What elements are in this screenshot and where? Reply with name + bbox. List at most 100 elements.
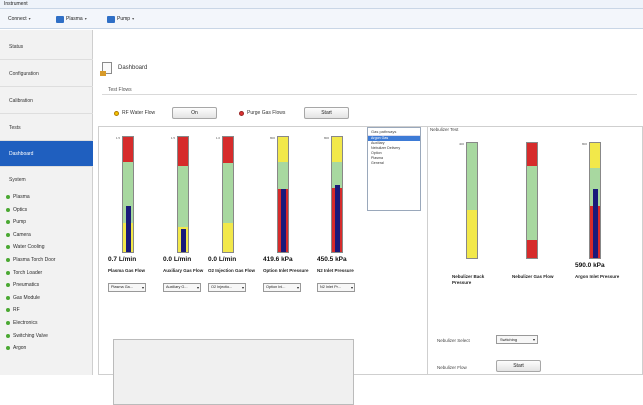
- log-area: [113, 339, 354, 405]
- gauge-scale: [516, 142, 524, 259]
- nebulizer-select[interactable]: Switching: [496, 335, 538, 344]
- gauge-label: Plasma Gas Flow: [108, 268, 146, 273]
- menu-pump[interactable]: Pump ▾: [107, 14, 134, 24]
- gauge-value: 450.5 kPa: [317, 256, 347, 263]
- gauge-scale: 1.0: [212, 136, 220, 253]
- system-item-label: Water Cooling: [13, 244, 45, 251]
- gauge-fill: [593, 189, 598, 258]
- system-item[interactable]: Electronics: [6, 320, 37, 326]
- gauge-zone: [123, 137, 133, 163]
- system-item[interactable]: Switching Valve: [6, 333, 48, 339]
- gauge-zone: [278, 162, 288, 189]
- system-item-label: Gas Module: [13, 294, 40, 301]
- system-item[interactable]: Plasma: [6, 194, 30, 200]
- system-item-label: Switching Valve: [13, 332, 48, 339]
- system-item-label: Optics: [13, 206, 28, 213]
- status-ok-icon: [6, 258, 10, 262]
- system-item[interactable]: Water Cooling: [6, 244, 45, 250]
- system-item[interactable]: RF: [6, 307, 20, 313]
- gauge-column: [277, 136, 289, 253]
- system-item[interactable]: Pneumatics: [6, 282, 39, 288]
- system-item[interactable]: Optics: [6, 207, 27, 213]
- gauge-label: Option Inlet Pressure: [263, 268, 309, 273]
- main-content: Dashboard Test Flows RF Water Flow On Pu…: [94, 30, 643, 405]
- gauge-fill: [126, 206, 131, 252]
- system-item[interactable]: Argon: [6, 345, 26, 351]
- gauge-tick-label: 800: [323, 136, 329, 140]
- sidebar-item-calibration[interactable]: Calibration: [0, 88, 93, 114]
- gauge-tick-label: 800: [269, 136, 275, 140]
- gauge-column: [122, 136, 134, 253]
- gauge-source-select[interactable]: Plasma Ga...: [108, 283, 146, 292]
- window-title: Instrument: [4, 1, 28, 7]
- gauge-fill: [335, 185, 340, 252]
- system-item[interactable]: Camera: [6, 232, 31, 238]
- system-item-label: Argon: [13, 345, 27, 352]
- gauge-tick-label: 1.0: [215, 136, 220, 140]
- gas-pathway-list[interactable]: Gas pathways Argon Gas Auxiliary Nebulizer…: [367, 127, 421, 211]
- gauge-label: Argon Inlet Pressure: [575, 274, 620, 279]
- gas-pathway-list-header: Gas pathways: [368, 128, 420, 136]
- gauge-column: [589, 142, 601, 259]
- system-item-label: Torch Loader: [13, 269, 43, 276]
- test-flows-label: Test Flows: [108, 87, 132, 93]
- gauge-column: [466, 142, 478, 259]
- status-ok-icon: [6, 245, 10, 250]
- system-item[interactable]: Gas Module: [6, 295, 40, 301]
- rf-water-flow-radio[interactable]: RF Water Flow: [114, 110, 155, 116]
- page-header: Dashboard: [100, 62, 147, 76]
- system-section-title: System: [9, 177, 26, 183]
- window-titlebar: Instrument: [0, 0, 643, 9]
- menubar: Connect ▾ Plasma ▾ Pump ▾: [0, 9, 643, 29]
- gauge-source-select[interactable]: O2 Injectio...: [208, 283, 246, 292]
- gauge-zone: [178, 165, 188, 227]
- chevron-down-icon: ▾: [132, 16, 135, 21]
- gauge-zone: [527, 166, 537, 240]
- radio-indicator-icon: [239, 110, 244, 116]
- menu-connect[interactable]: Connect ▾: [8, 14, 31, 24]
- purge-gas-flows-radio[interactable]: Purge Gas Flows: [239, 110, 285, 116]
- nebulizer-select-label: Nebulizer Select: [437, 338, 470, 343]
- menu-plasma[interactable]: Plasma ▾: [56, 14, 87, 24]
- gauge-label: Nebulizer Back Pressure: [452, 274, 485, 285]
- gauge-zone: [332, 162, 342, 188]
- gauge-label: O2 Injection Gas Flow: [208, 268, 256, 273]
- list-item[interactable]: General: [368, 161, 420, 166]
- status-ok-icon: [6, 270, 10, 275]
- rf-on-button[interactable]: On: [172, 107, 217, 119]
- gauge-label: N2 Inlet Pressure: [317, 268, 354, 273]
- plasma-icon: [56, 15, 64, 23]
- gauge-fill: [281, 188, 286, 252]
- nebulizer-start-button[interactable]: Start: [496, 360, 541, 372]
- purge-start-button[interactable]: Start: [304, 107, 349, 119]
- gauge-tick-label: 1.5: [170, 136, 175, 140]
- sidebar-item-dashboard[interactable]: Dashboard: [0, 141, 93, 167]
- gauge-source-select[interactable]: N2 Inlet Pr...: [317, 283, 355, 292]
- status-ok-icon: [6, 308, 10, 313]
- chevron-down-icon: ▾: [84, 16, 87, 21]
- gauge-scale: 400: [456, 142, 464, 259]
- gauge-value: 419.6 kPa: [263, 256, 293, 263]
- gauge-source-select[interactable]: Auxiliary G...: [163, 283, 201, 292]
- system-item-label: Camera: [13, 231, 31, 238]
- gauge-zone: [467, 209, 477, 258]
- gauge-zone: [527, 143, 537, 166]
- gauge-source-select[interactable]: Option Inl...: [263, 283, 301, 292]
- system-item-label: Plasma: [13, 194, 30, 200]
- sidebar: Status Configuration Calibration Tests D…: [0, 30, 93, 375]
- sidebar-item-tests[interactable]: Tests: [0, 115, 93, 141]
- system-item[interactable]: Pump: [6, 219, 26, 225]
- status-ok-icon: [6, 232, 10, 237]
- sidebar-item-configuration[interactable]: Configuration: [0, 61, 93, 87]
- gauge-label: Nebulizer Gas Flow: [512, 274, 554, 279]
- dashboard-icon: [100, 62, 112, 76]
- gauge-scale: 800: [321, 136, 329, 253]
- system-item-label: Electronics: [13, 320, 38, 326]
- purge-radio-label: Purge Gas Flows: [247, 110, 286, 116]
- status-ok-icon: [6, 333, 10, 338]
- system-item[interactable]: Torch Loader: [6, 270, 42, 276]
- system-item[interactable]: Plasma Torch Door: [6, 257, 55, 263]
- gauge-zone: [223, 137, 233, 164]
- sidebar-item-status[interactable]: Status: [0, 34, 93, 60]
- gauge-zone: [278, 137, 288, 163]
